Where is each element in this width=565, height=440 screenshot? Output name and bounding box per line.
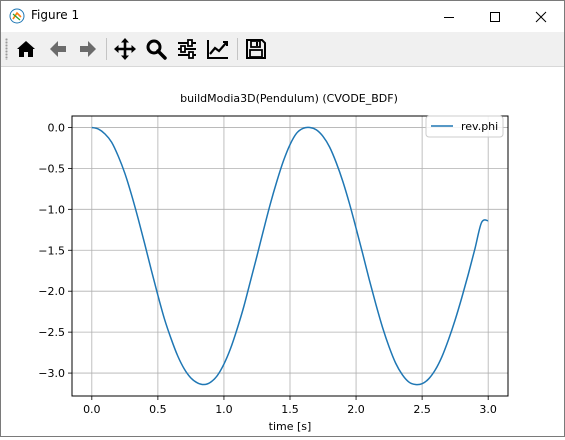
title-bar[interactable]: Figure 1 <box>1 1 564 32</box>
x-axis-label: time [s] <box>269 420 312 433</box>
forward-button[interactable] <box>75 36 101 62</box>
move-icon <box>114 38 136 60</box>
y-tick-label: −2.5 <box>38 326 65 339</box>
x-tick-label: 2.5 <box>413 403 431 416</box>
zoom-icon <box>146 39 167 60</box>
save-button[interactable] <box>243 36 269 62</box>
x-tick-label: 0.5 <box>149 403 167 416</box>
configure-subplots-button[interactable] <box>174 36 200 62</box>
zoom-button[interactable] <box>143 36 169 62</box>
y-tick-label: 0.0 <box>48 121 66 134</box>
toolbar-separator <box>106 38 107 60</box>
x-tick-label: 0.0 <box>83 403 101 416</box>
maximize-button[interactable] <box>472 1 518 32</box>
home-button[interactable] <box>13 36 39 62</box>
minimize-icon <box>444 16 454 18</box>
toolbar-separator <box>237 38 238 60</box>
figure-window: Figure 1 buildModia3D(Pendulum) (CVODE_B… <box>0 0 565 437</box>
y-tick-label: −1.5 <box>38 244 65 257</box>
sliders-icon <box>178 39 196 59</box>
arrow-left-icon <box>50 41 66 57</box>
legend-label-rev-phi: rev.phi <box>461 120 498 133</box>
line-chart[interactable]: buildModia3D(Pendulum) (CVODE_BDF) 0.0 0.… <box>1 67 564 436</box>
maximize-icon <box>490 11 500 22</box>
axis-edit-icon <box>207 40 228 59</box>
x-tick-label: 1.0 <box>215 403 233 416</box>
save-icon <box>246 39 266 59</box>
minimize-button[interactable] <box>426 1 472 32</box>
axis-ticks: 0.0 0.5 1.0 1.5 2.0 2.5 3.0 0.0 −0.5 −1.0 −1.5 −2.0… <box>38 121 497 416</box>
app-icon <box>9 8 25 24</box>
legend[interactable]: rev.phi <box>425 115 504 138</box>
figure-canvas[interactable]: buildModia3D(Pendulum) (CVODE_BDF) 0.0 0.… <box>1 67 564 436</box>
x-tick-label: 2.0 <box>347 403 365 416</box>
y-tick-label: −1.0 <box>38 203 65 216</box>
window-title: Figure 1 <box>31 8 80 22</box>
edit-axis-button[interactable] <box>205 36 231 62</box>
navigation-toolbar <box>1 32 564 67</box>
close-icon <box>535 11 547 22</box>
arrow-right-icon <box>80 41 96 57</box>
y-tick-label: −2.0 <box>38 285 65 298</box>
x-tick-label: 1.5 <box>281 403 299 416</box>
home-icon <box>17 41 35 57</box>
toolbar-grip[interactable] <box>5 38 8 60</box>
close-button[interactable] <box>518 1 564 32</box>
y-tick-label: −0.5 <box>38 162 65 175</box>
pan-button[interactable] <box>112 36 138 62</box>
x-tick-label: 3.0 <box>479 403 497 416</box>
back-button[interactable] <box>45 36 71 62</box>
y-tick-label: −3.0 <box>38 367 65 380</box>
chart-title: buildModia3D(Pendulum) (CVODE_BDF) <box>180 92 398 105</box>
